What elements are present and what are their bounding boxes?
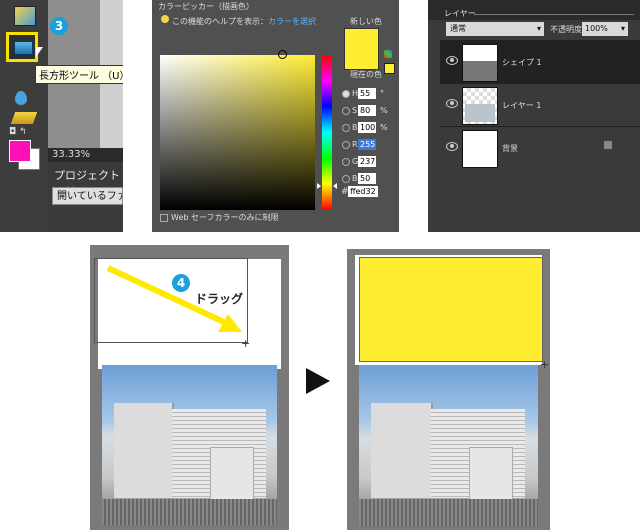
building-block — [371, 403, 433, 498]
next-step-arrow-icon — [306, 368, 330, 394]
step-badge: 4 — [172, 274, 190, 292]
document-after: + — [347, 249, 550, 530]
yellow-rectangle-shape[interactable] — [359, 257, 543, 362]
house-photo — [359, 365, 538, 527]
drag-label: ドラッグ — [195, 292, 244, 306]
gravel-ground — [359, 499, 538, 527]
crosshair-cursor-icon: + — [540, 358, 550, 371]
building-door — [469, 447, 513, 501]
